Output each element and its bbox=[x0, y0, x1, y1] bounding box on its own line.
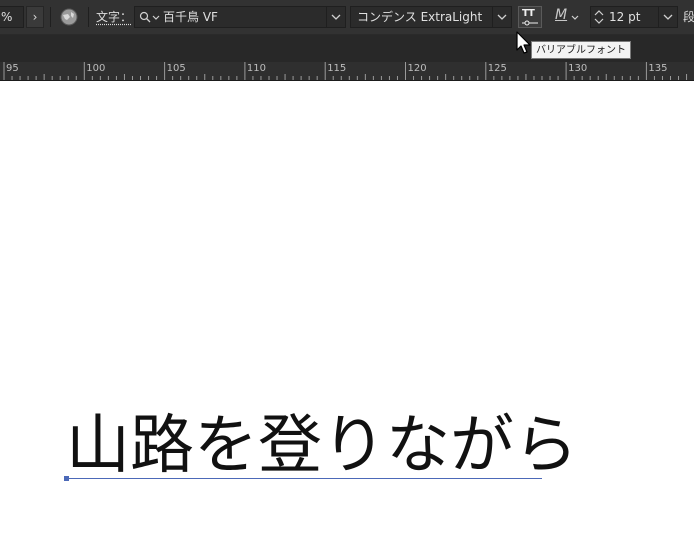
next-button[interactable]: › bbox=[26, 6, 44, 28]
search-options-chevron-icon bbox=[152, 15, 160, 20]
font-style-value: コンデンス ExtraLight bbox=[357, 10, 483, 24]
font-family-dropdown-button[interactable] bbox=[326, 7, 345, 27]
slider-icon bbox=[522, 20, 538, 26]
zoom-field[interactable]: % bbox=[0, 6, 24, 28]
font-family-field[interactable]: 百千鳥 VF bbox=[134, 6, 346, 28]
next-arrow-icon: › bbox=[32, 10, 38, 24]
globe-icon bbox=[60, 8, 78, 26]
chevron-down-icon bbox=[663, 14, 673, 20]
chevron-down-icon bbox=[331, 14, 341, 20]
font-style-dropdown-button[interactable] bbox=[492, 7, 511, 27]
font-size-value: 12 pt bbox=[609, 10, 641, 24]
stepper-icon[interactable] bbox=[594, 9, 604, 25]
font-family-value: 百千鳥 VF bbox=[163, 10, 218, 24]
character-label[interactable]: 文字： bbox=[96, 8, 132, 26]
font-size-dropdown-button[interactable] bbox=[658, 7, 677, 27]
chevron-down-icon bbox=[497, 14, 507, 20]
ruler-label: 130 bbox=[568, 63, 588, 74]
metrics-icon: M bbox=[555, 7, 568, 23]
variable-font-icon: TT bbox=[522, 8, 535, 19]
font-size-field[interactable]: 12 pt bbox=[590, 6, 678, 28]
ruler-label: 115 bbox=[327, 63, 347, 74]
ruler-label: 135 bbox=[648, 63, 668, 74]
metrics-dropdown[interactable]: M bbox=[554, 6, 584, 28]
artboard-canvas[interactable]: 山路を登りながら bbox=[0, 81, 694, 551]
horizontal-ruler[interactable]: 95 100 105 110 115 120 125 130 135 bbox=[0, 62, 694, 81]
ruler-label: 95 bbox=[6, 63, 19, 74]
control-bar: % › 文字： 百千鳥 VF コンデンス ExtraLight TT M 12 … bbox=[0, 0, 694, 35]
tooltip: バリアブルフォント bbox=[531, 41, 631, 59]
search-icon bbox=[139, 11, 151, 23]
recolor-button[interactable] bbox=[58, 6, 80, 28]
ruler-label: 125 bbox=[487, 63, 507, 74]
chevron-down-icon bbox=[571, 15, 579, 20]
zoom-value: % bbox=[1, 10, 13, 24]
ruler-label: 105 bbox=[166, 63, 186, 74]
text-object[interactable]: 山路を登りながら bbox=[66, 406, 578, 486]
font-style-field[interactable]: コンデンス ExtraLight bbox=[350, 6, 512, 28]
variable-font-button[interactable]: TT bbox=[518, 6, 542, 28]
ruler-label: 100 bbox=[86, 63, 106, 74]
text-baseline bbox=[66, 478, 542, 479]
separator bbox=[50, 7, 51, 27]
separator bbox=[88, 7, 89, 27]
text-anchor-point[interactable] bbox=[64, 476, 69, 481]
ruler-label: 110 bbox=[246, 63, 266, 74]
paragraph-label[interactable]: 段 bbox=[683, 8, 694, 26]
arrow-cursor-icon bbox=[516, 31, 531, 54]
ruler-label: 120 bbox=[407, 63, 427, 74]
